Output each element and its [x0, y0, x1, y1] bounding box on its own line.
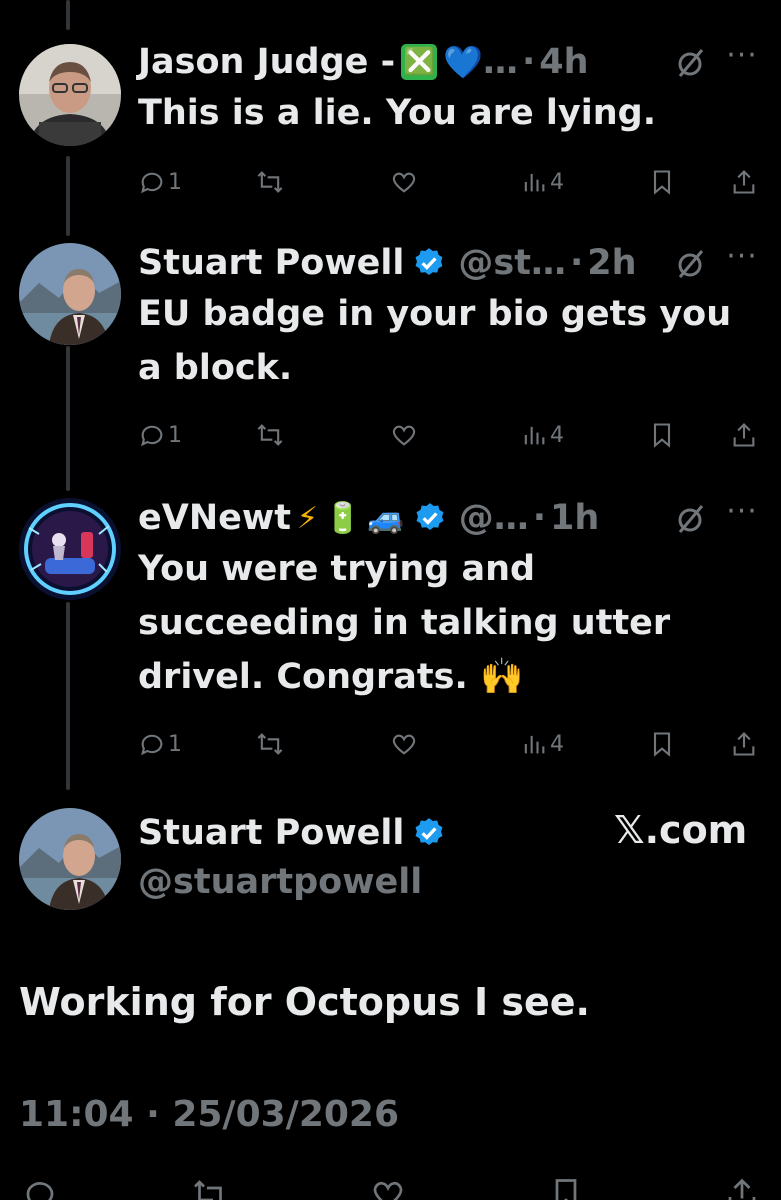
bookmark-icon[interactable] — [548, 1176, 584, 1200]
grok-icon[interactable] — [674, 247, 706, 279]
share-icon — [733, 732, 755, 756]
reply-button[interactable]: 1 — [138, 417, 182, 453]
author-name[interactable]: Jason Judge - — [138, 42, 395, 82]
retweet-icon[interactable] — [192, 1176, 228, 1200]
like-icon — [392, 734, 416, 755]
retweet-button[interactable] — [256, 726, 284, 762]
avatar-stuart-powell[interactable] — [19, 808, 121, 910]
views-count: 4 — [550, 169, 564, 195]
share-icon — [733, 423, 755, 447]
tweet-actions: 1 4 — [138, 726, 758, 762]
more-icon[interactable]: ··· — [722, 41, 762, 80]
bookmark-icon — [653, 423, 671, 448]
author-name[interactable]: Stuart Powell — [138, 243, 404, 283]
views-icon — [524, 735, 545, 754]
reply-icon — [141, 172, 163, 194]
post-header: Stuart Powell — [138, 808, 446, 858]
battery-emoji: 🔋 — [324, 500, 362, 536]
tweet-header: Jason Judge - ❎ 💙 … · 4h — [138, 40, 589, 84]
blue-heart-emoji: 💙 — [443, 43, 483, 81]
timestamp[interactable]: 1h — [550, 498, 599, 538]
cross-mark-emoji: ❎ — [401, 44, 438, 80]
post-text: Working for Octopus I see. — [19, 980, 590, 1024]
like-button[interactable] — [390, 726, 418, 762]
retweet-icon — [257, 733, 283, 755]
lightning-emoji: ⚡ — [296, 500, 318, 536]
tweet-actions: 1 4 — [138, 164, 758, 200]
tweet[interactable]: Jason Judge - ❎ 💙 … · 4h ··· This is a l… — [0, 40, 781, 210]
bookmark-icon — [653, 170, 671, 195]
avatar-stuart-powell[interactable] — [19, 243, 121, 345]
author-name[interactable]: eVNewt — [138, 498, 291, 538]
author-name[interactable]: Stuart Powell — [138, 813, 404, 853]
share-button[interactable] — [730, 417, 758, 453]
views-icon — [524, 173, 545, 192]
reply-icon — [141, 425, 163, 447]
tweet-text: EU badge in your bio gets you a block. — [138, 294, 732, 388]
views-count: 4 — [550, 422, 564, 448]
reply-button[interactable]: 1 — [138, 726, 182, 762]
author-handle[interactable]: @st… — [458, 243, 566, 283]
post-datetime[interactable]: 11:04 · 25/03/2026 — [19, 1094, 399, 1135]
x-logo-source: 𝕏.com — [614, 808, 748, 852]
share-icon — [733, 170, 755, 194]
reply-icon — [141, 734, 163, 756]
retweet-button[interactable] — [256, 164, 284, 200]
bookmark-icon — [653, 732, 671, 757]
reply-count: 1 — [168, 169, 182, 195]
more-icon[interactable]: ··· — [722, 497, 762, 536]
verified-badge-icon — [412, 816, 446, 850]
bookmark-button[interactable] — [648, 417, 676, 453]
thread-line-top — [66, 0, 70, 30]
author-handle[interactable]: @stuartpowell — [138, 862, 422, 902]
grok-icon[interactable] — [674, 46, 706, 78]
like-icon[interactable] — [370, 1176, 406, 1200]
verified-badge-icon — [412, 246, 446, 280]
views-button[interactable]: 4 — [520, 726, 564, 762]
share-button[interactable] — [730, 726, 758, 762]
reply-icon[interactable] — [22, 1176, 58, 1200]
post-actions-bar — [0, 1172, 781, 1200]
like-icon — [392, 425, 416, 446]
avatar-evnewt[interactable] — [19, 498, 121, 600]
like-button[interactable] — [390, 417, 418, 453]
verified-badge-icon — [413, 501, 447, 535]
tweet-text: This is a lie. You are lying. — [138, 93, 656, 133]
reply-count: 1 — [168, 422, 182, 448]
author-handle[interactable]: @… — [459, 498, 529, 538]
like-icon — [392, 172, 416, 193]
grok-icon[interactable] — [674, 502, 706, 534]
tweet-header: eVNewt ⚡ 🔋 🚙 @… · 1h — [138, 496, 599, 540]
share-icon[interactable] — [724, 1176, 760, 1200]
views-count: 4 — [550, 731, 564, 757]
car-emoji: 🚙 — [367, 500, 405, 536]
separator-dot: · — [532, 498, 547, 538]
avatar-jason-judge[interactable] — [19, 44, 121, 146]
more-icon[interactable]: ··· — [722, 242, 762, 281]
separator-dot: · — [521, 42, 536, 82]
views-button[interactable]: 4 — [520, 164, 564, 200]
reply-count: 1 — [168, 731, 182, 757]
tweet[interactable]: Stuart Powell @st… · 2h ··· EU badge in … — [0, 241, 781, 461]
reply-button[interactable]: 1 — [138, 164, 182, 200]
tweet-header: Stuart Powell @st… · 2h — [138, 241, 637, 285]
separator-dot: · — [570, 243, 584, 283]
views-button[interactable]: 4 — [520, 417, 564, 453]
bookmark-button[interactable] — [648, 164, 676, 200]
timestamp[interactable]: 4h — [539, 42, 588, 82]
tweet[interactable]: eVNewt ⚡ 🔋 🚙 @… · 1h ··· You were trying… — [0, 496, 781, 776]
share-button[interactable] — [730, 164, 758, 200]
tweet-actions: 1 4 — [138, 417, 758, 453]
like-button[interactable] — [390, 164, 418, 200]
retweet-icon — [257, 171, 283, 193]
bookmark-button[interactable] — [648, 726, 676, 762]
tweet-text: You were trying and succeeding in talkin… — [138, 549, 671, 697]
retweet-button[interactable] — [256, 417, 284, 453]
retweet-icon — [257, 424, 283, 446]
views-icon — [524, 426, 545, 445]
timestamp[interactable]: 2h — [587, 243, 636, 283]
author-handle[interactable]: … — [483, 42, 518, 82]
